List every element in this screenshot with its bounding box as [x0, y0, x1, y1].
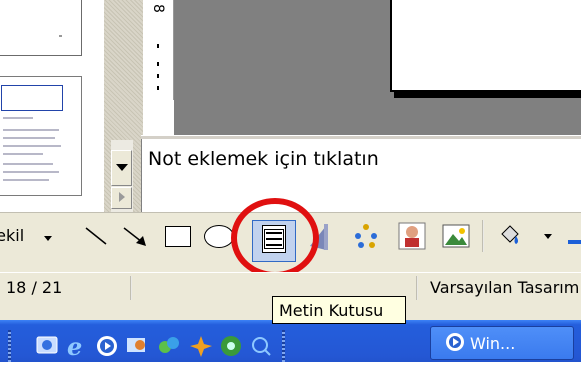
media-player-icon: [97, 336, 117, 356]
line-icon: [85, 227, 107, 245]
media-icon: [221, 336, 241, 356]
svg-text:e: e: [67, 333, 82, 359]
taskbar-grip[interactable]: [8, 330, 11, 364]
slide-shadow: [394, 92, 581, 98]
line-color-icon: [568, 240, 581, 244]
ruler-tick: [157, 44, 159, 48]
taskbar-window-label[interactable]: Win...: [470, 334, 515, 353]
rectangle-tool[interactable]: [165, 226, 191, 247]
thumbnail-text-line: [3, 129, 59, 131]
thumbnail-text-line: [3, 145, 61, 147]
msn-button[interactable]: [156, 333, 182, 359]
thumbnail-text-line: [3, 171, 59, 173]
line-tool[interactable]: [82, 220, 114, 252]
desktop-icon: [36, 336, 58, 354]
vertical-ruler: [143, 0, 174, 100]
status-separator: [416, 276, 418, 300]
msn-icon: [159, 337, 179, 353]
autoshapes-menu[interactable]: Şekil: [0, 226, 24, 245]
ruler-number: 8: [150, 4, 166, 13]
diagram-icon: [355, 224, 377, 248]
taskbar-grip[interactable]: [282, 330, 285, 364]
design-template-name: Varsayılan Tasarım: [430, 278, 580, 297]
oval-tool[interactable]: [204, 225, 234, 248]
thumbnail-text-line: [3, 153, 43, 155]
status-separator: [130, 276, 132, 300]
ruler-tick: [157, 74, 159, 78]
slide-counter: 18 / 21: [6, 278, 63, 297]
chevron-down-icon: [116, 164, 128, 171]
clip-art-tool[interactable]: [396, 220, 428, 252]
tooltip: Metin Kutusu: [272, 296, 406, 324]
thumbnail-text-line: [3, 179, 49, 181]
picture-icon: [442, 224, 470, 248]
messenger-icon: [127, 338, 145, 352]
ruler-tick: [157, 62, 159, 66]
ruler-tick: [157, 86, 159, 90]
clip-art-icon: [398, 222, 426, 250]
notes-placeholder[interactable]: Not eklemek için tıklatın: [148, 148, 379, 170]
messenger-button[interactable]: [124, 333, 150, 359]
arrow-tool[interactable]: [120, 220, 152, 252]
show-desktop-button[interactable]: [34, 333, 60, 359]
thumbnail-text-line: [3, 137, 55, 139]
slide-thumbnail-18[interactable]: [0, 76, 82, 196]
diagram-tool[interactable]: [350, 220, 382, 252]
desktop-strip: [0, 362, 581, 380]
toolbar-separator: [482, 220, 484, 252]
slide-thumbnail-17[interactable]: [0, 0, 82, 56]
media-player-icon: [446, 333, 464, 351]
internet-explorer-button[interactable]: e: [64, 332, 90, 361]
search-button[interactable]: [248, 333, 274, 359]
thumbnail-title-box: [1, 85, 63, 111]
thumbnail-text-line: [3, 163, 53, 165]
thumbnail-mark: [59, 35, 62, 37]
line-color-tool[interactable]: [566, 226, 581, 248]
fill-color-tool[interactable]: [494, 220, 526, 252]
winamp-button[interactable]: [188, 333, 214, 359]
chevron-right-icon: [119, 192, 125, 202]
search-icon: [252, 337, 271, 356]
window-app-icon: [444, 331, 466, 353]
media-player-button[interactable]: [94, 333, 120, 359]
winamp-icon: [190, 336, 212, 357]
fill-color-icon: [501, 225, 519, 244]
internet-explorer-icon: e: [67, 332, 82, 361]
arrow-icon: [123, 227, 146, 246]
thumbnail-text-line: [3, 117, 33, 119]
slide-canvas[interactable]: [390, 0, 581, 92]
highlight-circle: [231, 198, 319, 278]
chevron-down-icon[interactable]: [544, 234, 552, 239]
chevron-down-icon: [44, 236, 52, 241]
picture-tool[interactable]: [440, 220, 472, 252]
media-button[interactable]: [218, 333, 244, 359]
